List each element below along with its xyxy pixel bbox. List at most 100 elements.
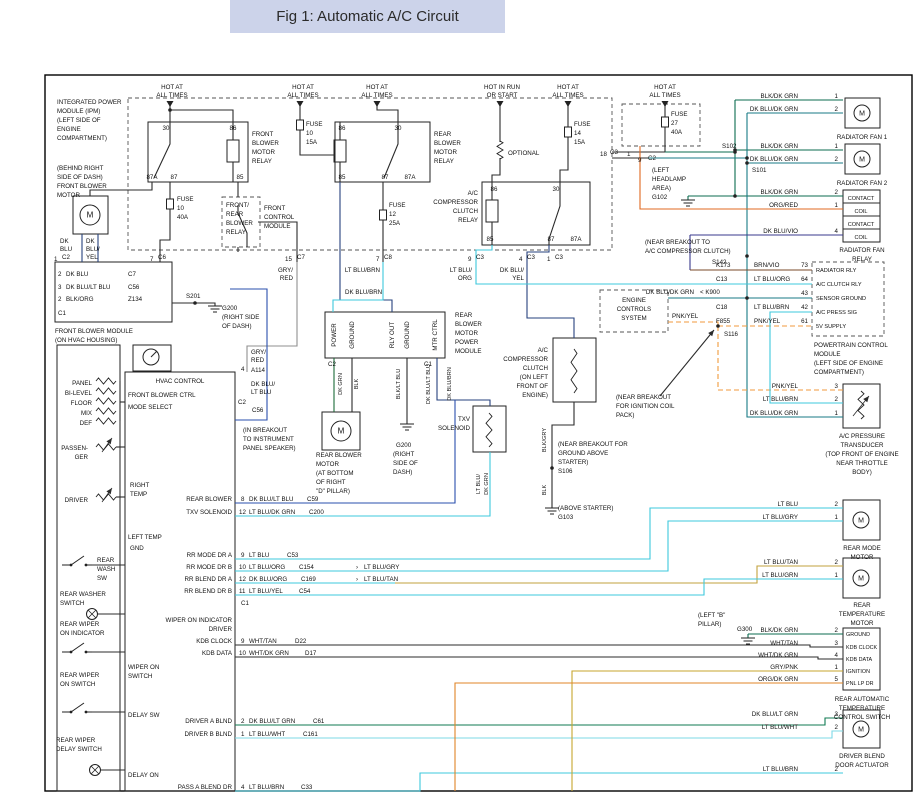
diagram-label: LT BLU/BRN	[763, 396, 798, 403]
diagram-label: 3	[835, 640, 839, 647]
diagram-label: 2	[835, 156, 839, 163]
diagram-label: GROUND	[846, 632, 870, 638]
diagram-label: 5V SUPPLY	[816, 324, 846, 330]
diagram-label: STARTER)	[558, 459, 588, 466]
diagram-label: DRIVER	[65, 497, 89, 504]
diagram-label: POWER	[331, 323, 338, 347]
diagram-label: 10	[239, 564, 246, 571]
diagram-label: BLK	[354, 378, 360, 389]
diagram-label: COMPRESSOR	[503, 356, 548, 363]
diagram-label: 1	[835, 514, 839, 521]
diagram-label: 9	[241, 638, 245, 645]
diagram-label: C169	[301, 576, 316, 583]
diagram-label: 2	[835, 501, 839, 508]
diagram-label: BLOWER	[434, 140, 461, 147]
diagram-label: POWER	[455, 339, 479, 346]
diagram-label: 4	[835, 228, 839, 235]
diagram-label: DRIVER B BLND	[185, 731, 233, 738]
diagram-label: RELAY	[252, 158, 272, 165]
diagram-label: REAR BLOWER	[186, 496, 232, 503]
diagram-label: ON INDICATOR	[60, 630, 105, 637]
diagram-label: ORG/DK GRN	[758, 676, 798, 683]
power-feed-arrow	[297, 101, 304, 107]
diagram-label: COMPARTMENT)	[57, 135, 107, 142]
junction-dot	[745, 156, 749, 160]
diagram-label: RADIATOR RLY	[816, 268, 857, 274]
diagram-label: ALL TIMES	[156, 92, 187, 99]
wire	[560, 137, 568, 182]
diagram-label: DELAY SWITCH	[56, 746, 102, 753]
diagram-label: 87A	[570, 236, 582, 243]
diagram-label: 12	[239, 509, 246, 516]
diagram-label: MOTOR	[851, 620, 874, 627]
diagram-label: KDB DATA	[202, 650, 233, 657]
diagram-label: 61	[801, 318, 808, 325]
diagram-label: CONTACT	[848, 196, 875, 202]
component-box	[486, 200, 498, 222]
diagram-label: KDB CLOCK	[846, 645, 878, 651]
diagram-label: C200	[309, 509, 324, 516]
diagram-label: S116	[724, 331, 739, 338]
arrowhead	[106, 488, 112, 494]
diagram-label: 15	[285, 256, 292, 263]
diagram-label: DK BLU/DK GRN	[750, 410, 798, 417]
diagram-label: DK GRN	[484, 473, 490, 495]
diagram-label: FUSE	[574, 121, 591, 128]
diagram-label: K173	[716, 262, 731, 269]
diagram-label: DK GRN	[338, 373, 344, 395]
diagram-label: C61	[313, 718, 325, 725]
diagram-label: 3	[835, 711, 839, 718]
diagram-label: BODY)	[852, 469, 872, 476]
diagram-label: DK BLU/LT GRN	[752, 711, 798, 718]
motor-m: M	[338, 427, 345, 436]
resistor-icon	[96, 418, 116, 424]
diagram-label: NEAR THROTTLE	[836, 460, 887, 467]
diagram-label: GND	[130, 545, 144, 552]
diagram-label: WHT/DK GRN	[758, 652, 798, 659]
diagram-label: 87	[548, 236, 555, 243]
coil-icon	[858, 391, 864, 419]
diagram-label: 5	[835, 676, 839, 683]
diagram-label: REAR	[434, 131, 452, 138]
diagram-label: D22	[295, 638, 307, 645]
diagram-label: 7	[150, 256, 154, 263]
diagram-label: S101	[752, 167, 767, 174]
diagram-label: ALL TIMES	[287, 92, 318, 99]
diagram-label: 40A	[177, 214, 189, 221]
diagram-label: C59	[307, 496, 319, 503]
diagram-label: 4	[241, 784, 245, 791]
diagram-label: 2	[835, 189, 839, 196]
diagram-label: DK BLU/DK GRN	[750, 106, 798, 113]
fuse-icon	[167, 199, 174, 209]
diagram-label: DEF	[80, 420, 93, 427]
diagram-label: C56	[128, 284, 140, 291]
diagram-label: PNK/YEL	[754, 318, 781, 325]
diagram-label: CONTROLS	[617, 306, 651, 313]
diagram-label: MOTOR	[252, 149, 275, 156]
diagram-label: BLU/	[86, 246, 100, 253]
wire	[437, 358, 490, 406]
diagram-label: RR BLEND DR B	[184, 588, 232, 595]
fuse-icon	[565, 127, 572, 137]
diagram-label: DK BLU	[66, 271, 88, 278]
diagram-label: C3	[610, 149, 618, 156]
diagram-label: 40A	[671, 129, 683, 136]
diagram-label: CONTROL	[264, 214, 295, 221]
diagram-label: MODULE (IPM)	[57, 108, 100, 115]
diagram-label: MOTOR	[316, 461, 339, 468]
diagram-label: KDB DATA	[846, 657, 873, 663]
diagram-label: SWITCH	[128, 673, 152, 680]
junction-dot	[733, 150, 737, 154]
diagram-label: TEMPERATURE	[839, 611, 885, 618]
diagram-label: C56	[252, 407, 264, 414]
wire	[235, 645, 843, 647]
diagram-label: TRANSDUCER	[841, 442, 885, 449]
diagram-label: (ON LEFT	[520, 374, 548, 381]
diagram-label: G102	[652, 194, 668, 201]
diagram-label: OF DASH)	[222, 323, 252, 330]
motor-m: M	[859, 157, 865, 164]
diagram-label: 1	[835, 202, 839, 209]
diagram-label: GRY/PNK	[770, 664, 799, 671]
diagram-label: SIDE OF	[393, 460, 418, 467]
wire	[235, 452, 490, 516]
